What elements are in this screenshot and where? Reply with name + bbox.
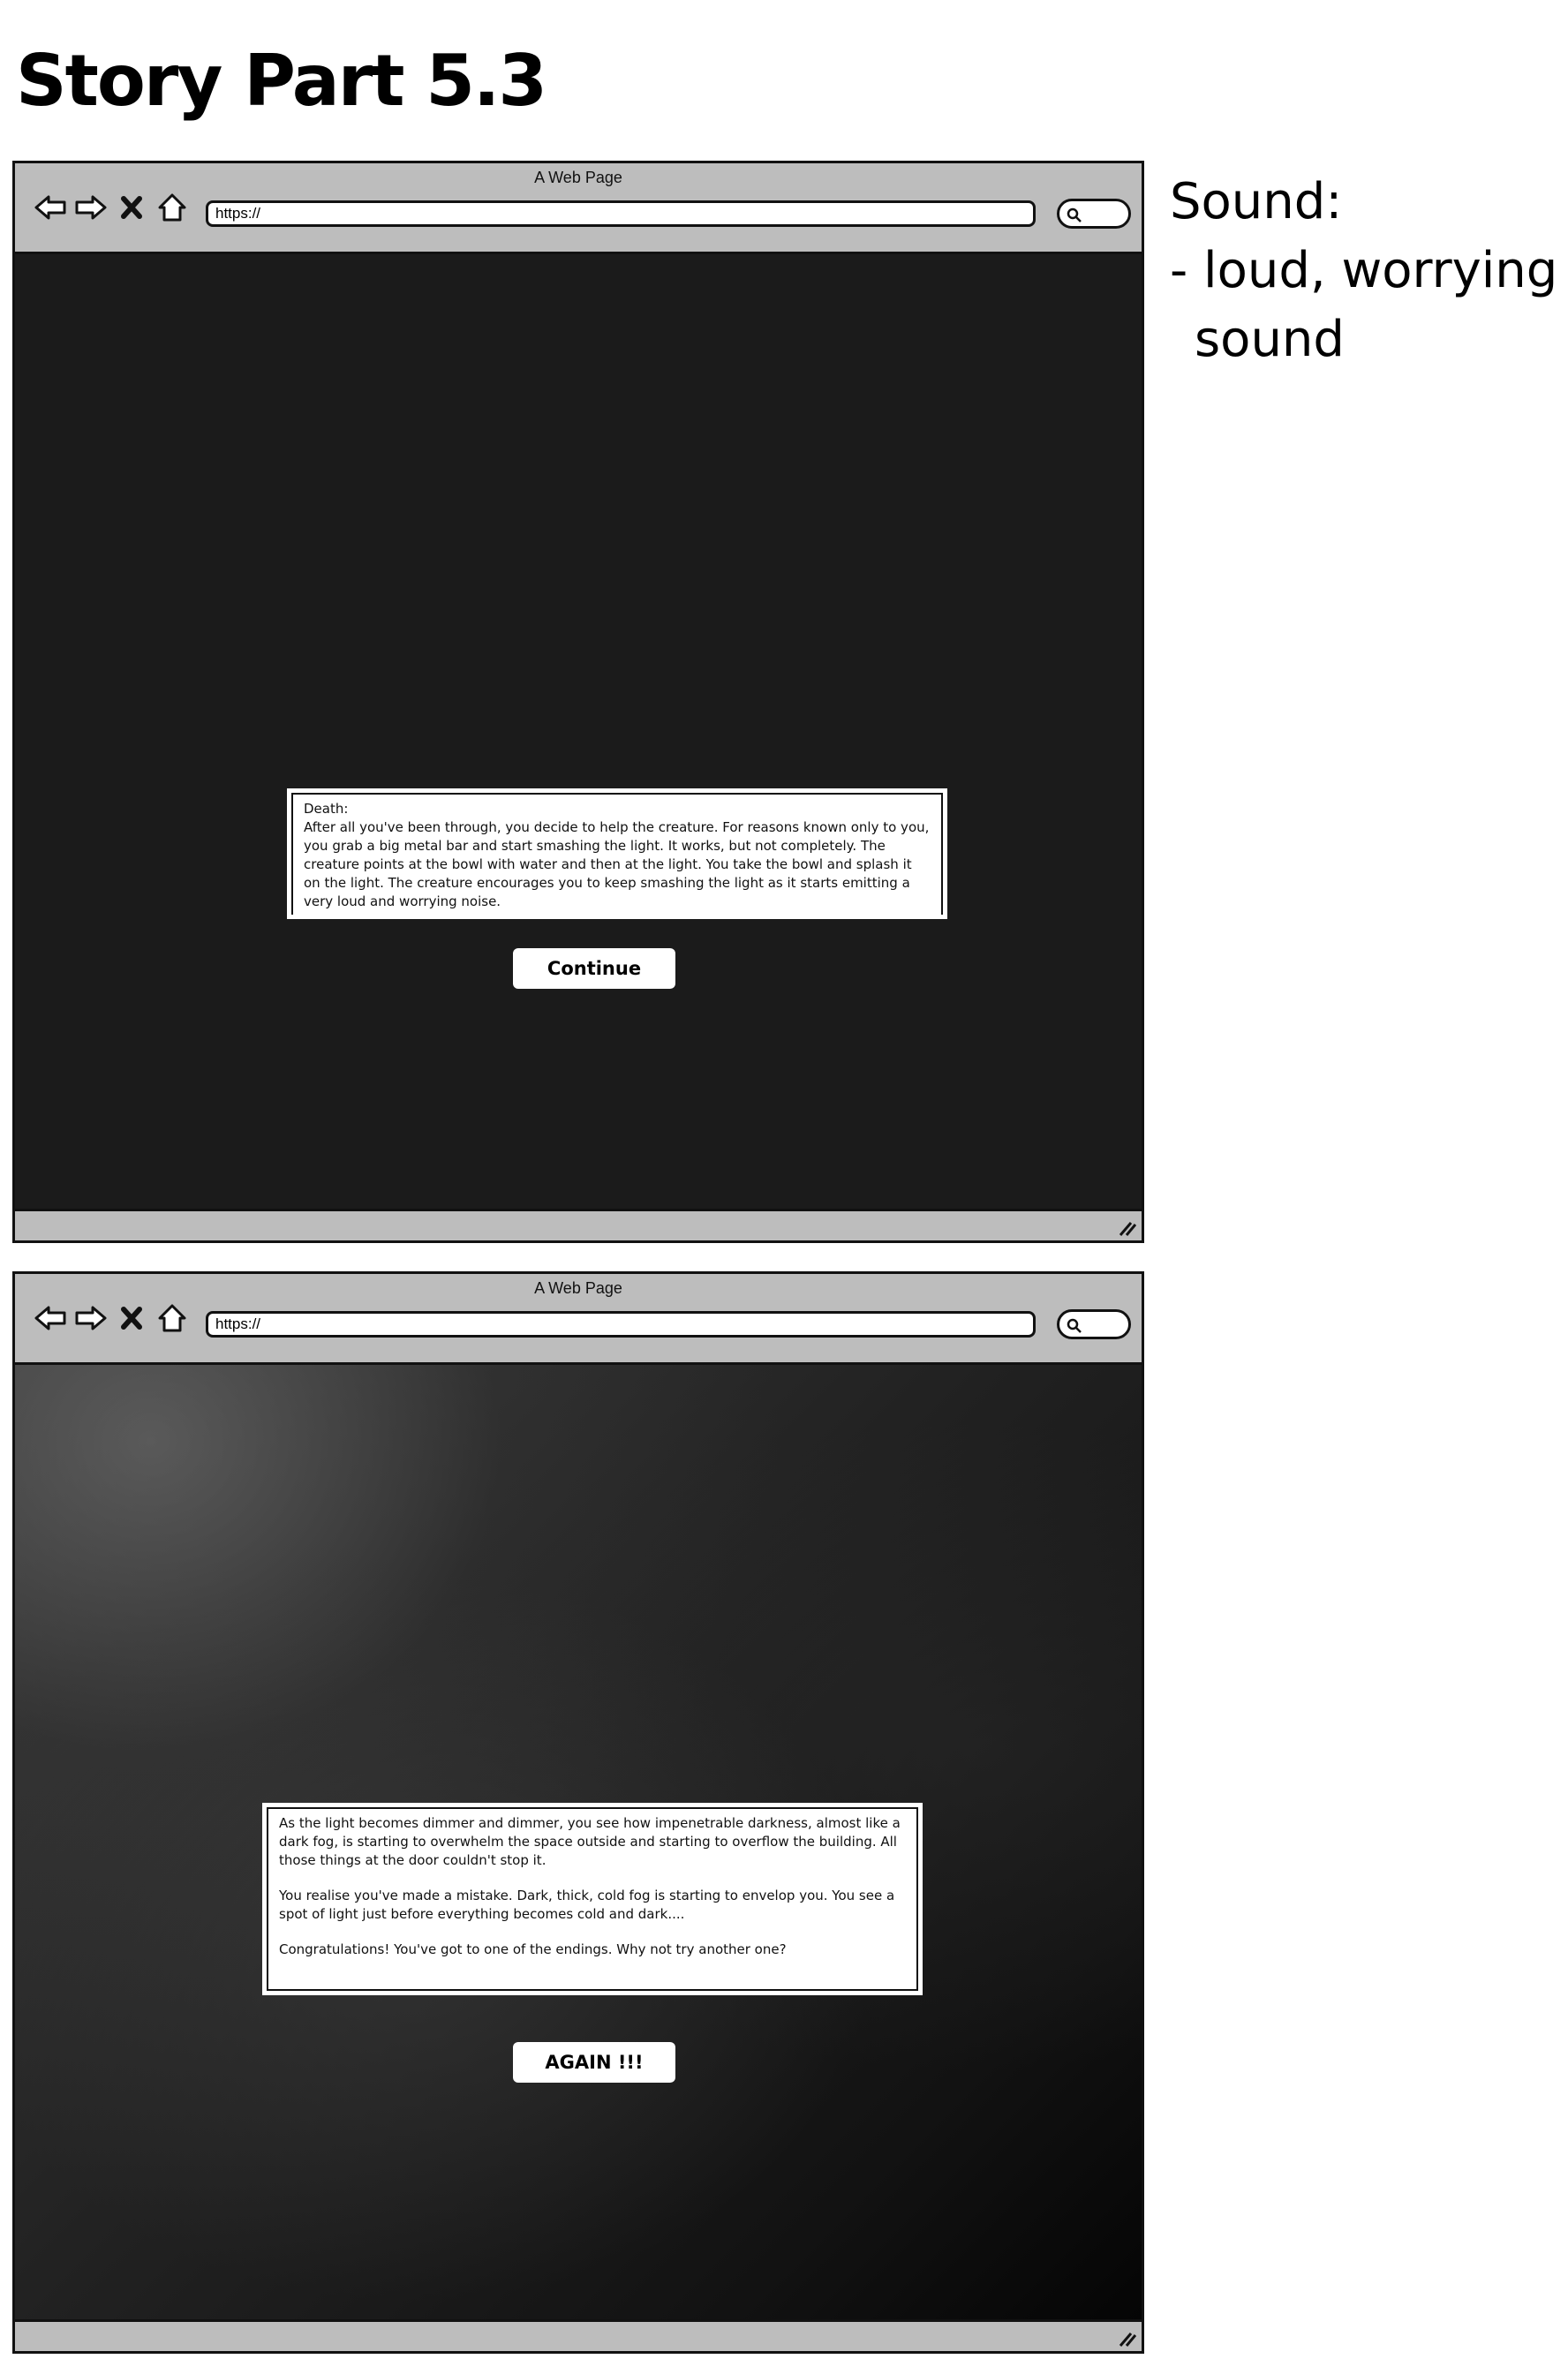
- note-line-2: sound: [1195, 311, 1345, 368]
- dialog-text: As the light becomes dimmer and dimmer, …: [267, 1807, 918, 1991]
- page-title: Story Part 5.3: [16, 40, 547, 122]
- dialog-text: Death: After all you've been through, yo…: [291, 793, 943, 915]
- continue-button[interactable]: Continue: [513, 948, 675, 989]
- note-item: loud, worrying sound: [1170, 237, 1557, 374]
- back-arrow-icon[interactable]: [33, 1300, 68, 1336]
- ending-dialog: As the light becomes dimmer and dimmer, …: [262, 1803, 923, 1995]
- nav-controls: [33, 1300, 190, 1336]
- search-button[interactable]: [1057, 199, 1131, 229]
- dialog-paragraph: As the light becomes dimmer and dimmer, …: [279, 1815, 901, 1868]
- search-button[interactable]: [1057, 1309, 1131, 1339]
- browser-window-1: A Web Page https:// Death: After all you…: [12, 161, 1144, 1243]
- window-title: A Web Page: [534, 1279, 622, 1297]
- home-icon[interactable]: [155, 190, 190, 225]
- dialog-paragraph: You realise you've made a mistake. Dark,…: [279, 1888, 895, 1922]
- sound-notes: Sound: loud, worrying sound: [1170, 168, 1557, 374]
- forward-arrow-icon[interactable]: [73, 190, 109, 225]
- notes-heading: Sound:: [1170, 173, 1343, 230]
- page-content: Death: After all you've been through, yo…: [15, 254, 1142, 1209]
- resize-grip-icon[interactable]: [1117, 2328, 1136, 2348]
- window-title: A Web Page: [534, 169, 622, 186]
- browser-titlebar: A Web Page https://: [15, 1274, 1142, 1365]
- dialog-body: After all you've been through, you decid…: [304, 819, 930, 909]
- page-content: As the light becomes dimmer and dimmer, …: [15, 1365, 1142, 2319]
- close-icon[interactable]: [114, 190, 149, 225]
- close-icon[interactable]: [114, 1300, 149, 1336]
- search-icon: [1067, 1318, 1082, 1333]
- note-line-1: loud, worrying: [1203, 242, 1558, 299]
- dialog-heading: Death:: [304, 801, 349, 817]
- nav-controls: [33, 190, 190, 225]
- browser-statusbar: [15, 2319, 1142, 2351]
- url-input[interactable]: https://: [206, 200, 1036, 227]
- story-dialog: Death: After all you've been through, yo…: [287, 788, 947, 919]
- browser-window-2: A Web Page https:// As the light becomes…: [12, 1271, 1144, 2354]
- back-arrow-icon[interactable]: [33, 190, 68, 225]
- dialog-paragraph: Congratulations! You've got to one of th…: [279, 1941, 787, 1957]
- resize-grip-icon[interactable]: [1117, 1217, 1136, 1237]
- search-icon: [1067, 207, 1082, 222]
- forward-arrow-icon[interactable]: [73, 1300, 109, 1336]
- home-icon[interactable]: [155, 1300, 190, 1336]
- browser-titlebar: A Web Page https://: [15, 163, 1142, 254]
- browser-statusbar: [15, 1209, 1142, 1240]
- url-input[interactable]: https://: [206, 1311, 1036, 1338]
- again-button[interactable]: AGAIN !!!: [513, 2042, 675, 2083]
